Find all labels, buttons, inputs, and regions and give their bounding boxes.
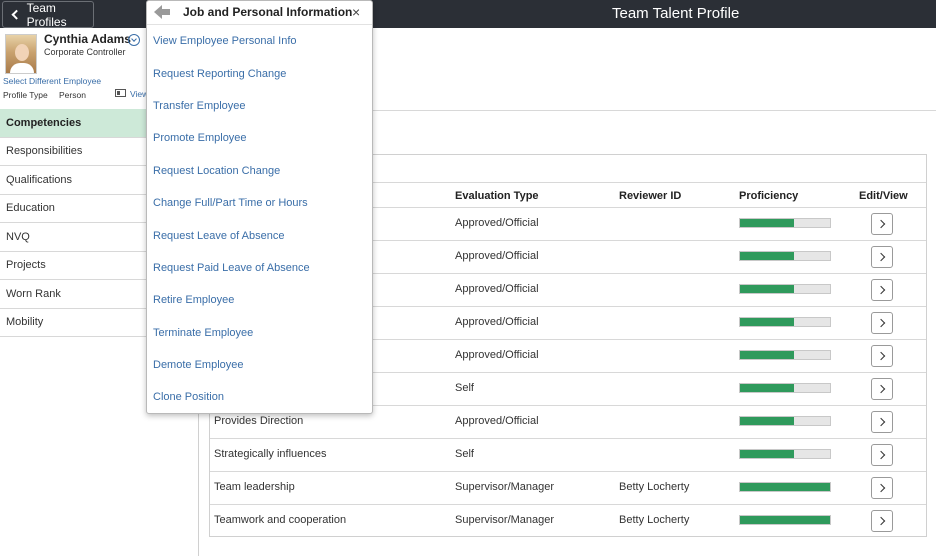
proficiency-bar [739,317,831,327]
reviewer-id-cell: Betty Locherty [619,481,690,493]
proficiency-bar [739,218,831,228]
competency-cell: Strategically influences [214,448,327,460]
edit-view-button[interactable] [871,510,893,532]
evaluation-type-cell: Supervisor/Manager [455,481,555,493]
competency-cell: Teamwork and cooperation [214,514,347,526]
proficiency-fill [740,417,794,425]
evaluation-type-cell: Self [455,382,474,394]
popup-menu-item[interactable]: Promote Employee [147,122,372,154]
table-row: Team leadership Supervisor/Manager Betty L… [210,471,926,504]
proficiency-bar [739,449,831,459]
popup-menu-item[interactable]: Change Full/Part Time or Hours [147,187,372,219]
proficiency-bar [739,515,831,525]
reviewer-id-cell: Betty Locherty [619,514,690,526]
employee-title: Corporate Controller [44,47,126,57]
proficiency-fill [740,483,830,491]
column-header-proficiency[interactable]: Proficiency [739,190,798,202]
popup-menu-item[interactable]: Transfer Employee [147,90,372,122]
edit-view-button[interactable] [871,378,893,400]
edit-view-button[interactable] [871,312,893,334]
edit-view-button[interactable] [871,477,893,499]
edit-view-button[interactable] [871,411,893,433]
chevron-down-icon[interactable] [128,34,140,46]
evaluation-type-cell: Approved/Official [455,283,539,295]
column-header-edit-view: Edit/View [859,190,908,202]
proficiency-fill [740,252,794,260]
popup-title: Job and Personal Information [183,5,353,19]
proficiency-fill [740,351,794,359]
back-arrow-icon[interactable] [154,5,170,19]
team-profiles-back-button[interactable]: Team Profiles [2,0,94,29]
edit-view-button[interactable] [871,279,893,301]
proficiency-fill [740,318,794,326]
proficiency-fill [740,219,794,227]
evaluation-type-cell: Approved/Official [455,250,539,262]
proficiency-bar [739,383,831,393]
table-row: Teamwork and cooperation Supervisor/Manag… [210,504,926,537]
competency-cell: Provides Direction [214,415,304,427]
profile-type-value: Person [59,90,86,100]
popup-menu-item[interactable]: View Employee Personal Info [147,25,372,57]
evaluation-type-cell: Self [455,448,474,460]
evaluation-type-cell: Approved/Official [455,316,539,328]
page-title: Team Talent Profile [612,5,740,22]
popup-menu-item[interactable]: Clone Position [147,381,372,413]
edit-view-button[interactable] [871,246,893,268]
chevron-left-icon [11,9,22,20]
avatar [5,34,37,74]
column-header-reviewer-id[interactable]: Reviewer ID [619,190,681,202]
popup-header: Job and Personal Information × [147,1,372,25]
proficiency-fill [740,450,794,458]
proficiency-bar [739,284,831,294]
popup-menu: View Employee Personal Info Request Repor… [147,25,372,414]
job-personal-info-popup: Job and Personal Information × View Empl… [146,0,373,414]
edit-view-button[interactable] [871,213,893,235]
table-row: Strategically influences Self [210,438,926,471]
proficiency-bar [739,350,831,360]
proficiency-fill [740,384,794,392]
popup-menu-item[interactable]: Request Leave of Absence [147,219,372,251]
popup-menu-item[interactable]: Request Reporting Change [147,57,372,89]
popup-menu-item[interactable]: Demote Employee [147,349,372,381]
id-card-icon [115,89,126,97]
employee-name: Cynthia Adams [44,32,131,46]
competency-cell: Team leadership [214,481,295,493]
proficiency-bar [739,482,831,492]
evaluation-type-cell: Approved/Official [455,349,539,361]
select-different-employee-link[interactable]: Select Different Employee [3,76,101,86]
edit-view-button[interactable] [871,345,893,367]
proficiency-fill [740,516,830,524]
evaluation-type-cell: Approved/Official [455,217,539,229]
popup-menu-item[interactable]: Request Paid Leave of Absence [147,252,372,284]
popup-menu-item[interactable]: Request Location Change [147,155,372,187]
close-icon[interactable]: × [352,4,360,20]
proficiency-fill [740,285,794,293]
back-button-label: Team Profiles [26,0,67,29]
column-header-evaluation-type[interactable]: Evaluation Type [455,190,539,202]
popup-menu-item[interactable]: Retire Employee [147,284,372,316]
evaluation-type-cell: Approved/Official [455,415,539,427]
proficiency-bar [739,416,831,426]
profile-type-label: Profile Type [3,90,48,100]
edit-view-button[interactable] [871,444,893,466]
popup-menu-item[interactable]: Terminate Employee [147,317,372,349]
proficiency-bar [739,251,831,261]
top-bar: Team Profiles Team Talent Profile [0,0,936,29]
evaluation-type-cell: Supervisor/Manager [455,514,555,526]
